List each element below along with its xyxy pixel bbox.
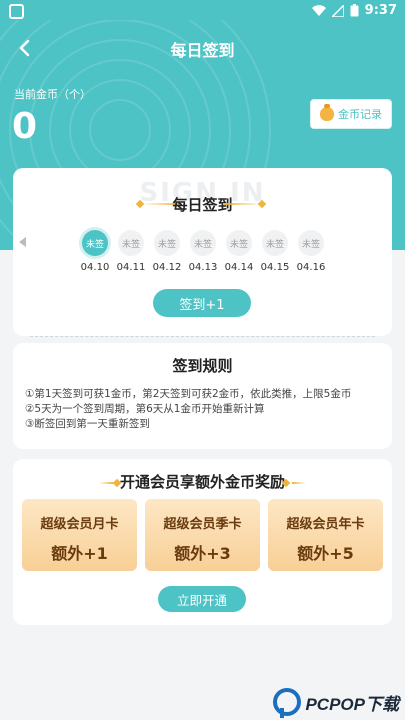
pcpop-logo-icon bbox=[273, 688, 302, 718]
wifi-icon bbox=[311, 4, 326, 16]
day-item[interactable]: 未签 04.11 bbox=[111, 230, 151, 273]
coin-count: 0 bbox=[12, 106, 38, 147]
day-date: 04.13 bbox=[188, 262, 218, 273]
day-status-badge: 未签 bbox=[262, 230, 288, 256]
coin-record-button[interactable]: 金币记录 bbox=[310, 99, 392, 129]
day-status-badge: 未签 bbox=[82, 230, 108, 256]
day-date: 04.15 bbox=[260, 262, 290, 273]
rule-line: ①第1天签到可获1金币，第2天签到可获2金币，依此类推，上限5金币 bbox=[25, 388, 352, 400]
battery-icon bbox=[350, 4, 359, 17]
vip-yearly-card[interactable]: 超级会员年卡 额外+5 bbox=[268, 499, 383, 571]
day-item[interactable]: 未签 04.12 bbox=[147, 230, 187, 273]
rules-title: 签到规则 bbox=[172, 357, 233, 375]
previous-week-arrow-icon[interactable] bbox=[19, 237, 26, 247]
day-item[interactable]: 未签 04.15 bbox=[255, 230, 295, 273]
day-date: 04.10 bbox=[80, 262, 110, 273]
money-bag-icon bbox=[320, 104, 334, 121]
day-status-badge: 未签 bbox=[190, 230, 216, 256]
coin-label: 当前金币（个） bbox=[14, 88, 91, 101]
day-status-badge: 未签 bbox=[154, 230, 180, 256]
sign-in-button[interactable]: 签到+1 bbox=[153, 289, 251, 317]
day-date: 04.14 bbox=[224, 262, 254, 273]
vip-title: 开通会员享额外金币奖励 bbox=[119, 473, 285, 491]
title-bar: 每日签到 bbox=[0, 28, 405, 68]
vip-item-bonus: 额外+5 bbox=[297, 544, 354, 563]
signal-icon bbox=[331, 4, 344, 17]
vip-monthly-card[interactable]: 超级会员月卡 额外+1 bbox=[22, 499, 137, 571]
vip-item-name: 超级会员季卡 bbox=[163, 517, 242, 532]
watermark-text: PCPOP下载 bbox=[305, 694, 399, 714]
day-status-badge: 未签 bbox=[298, 230, 324, 256]
day-date: 04.16 bbox=[296, 262, 326, 273]
day-item[interactable]: 未签 04.10 bbox=[75, 230, 115, 273]
open-vip-button[interactable]: 立即开通 bbox=[158, 586, 246, 612]
day-item[interactable]: 未签 04.16 bbox=[291, 230, 331, 273]
vip-quarterly-card[interactable]: 超级会员季卡 额外+3 bbox=[145, 499, 260, 571]
sign-in-title: 每日签到 bbox=[172, 196, 233, 214]
site-watermark: PCPOP下载 bbox=[273, 688, 399, 718]
day-item[interactable]: 未签 04.14 bbox=[219, 230, 259, 273]
vip-card: 开通会员享额外金币奖励 超级会员月卡 额外+1 超级会员季卡 额外+3 超级会员… bbox=[13, 459, 392, 625]
vip-item-name: 超级会员月卡 bbox=[40, 517, 119, 532]
rule-line: ②5天为一个签到周期，第6天从1金币开始重新计算 bbox=[25, 403, 265, 415]
status-bar: 9:37 bbox=[0, 0, 405, 24]
sign-in-card: SIGN IN 每日签到 未签 04.10 未签 04.11 未签 04.12 … bbox=[13, 168, 392, 336]
page-title: 每日签到 bbox=[170, 41, 235, 60]
rules-list: ①第1天签到可获1金币，第2天签到可获2金币，依此类推，上限5金币 ②5天为一个… bbox=[25, 387, 351, 432]
rules-card: 签到规则 ①第1天签到可获1金币，第2天签到可获2金币，依此类推，上限5金币 ②… bbox=[13, 343, 392, 449]
day-date: 04.12 bbox=[152, 262, 182, 273]
rule-line: ③断签回到第一天重新签到 bbox=[25, 418, 150, 430]
app-notification-icon bbox=[9, 4, 24, 19]
day-status-badge: 未签 bbox=[118, 230, 144, 256]
clock: 9:37 bbox=[364, 3, 397, 18]
vip-item-name: 超级会员年卡 bbox=[286, 517, 365, 532]
day-list: 未签 04.10 未签 04.11 未签 04.12 未签 04.13 未签 0… bbox=[75, 230, 375, 278]
vip-item-bonus: 额外+3 bbox=[174, 544, 231, 563]
day-item[interactable]: 未签 04.13 bbox=[183, 230, 223, 273]
coin-record-label: 金币记录 bbox=[338, 108, 382, 121]
title-decoration-right bbox=[292, 482, 306, 484]
card-divider bbox=[30, 336, 375, 337]
vip-item-bonus: 额外+1 bbox=[51, 544, 108, 563]
day-date: 04.11 bbox=[116, 262, 146, 273]
day-status-badge: 未签 bbox=[226, 230, 252, 256]
